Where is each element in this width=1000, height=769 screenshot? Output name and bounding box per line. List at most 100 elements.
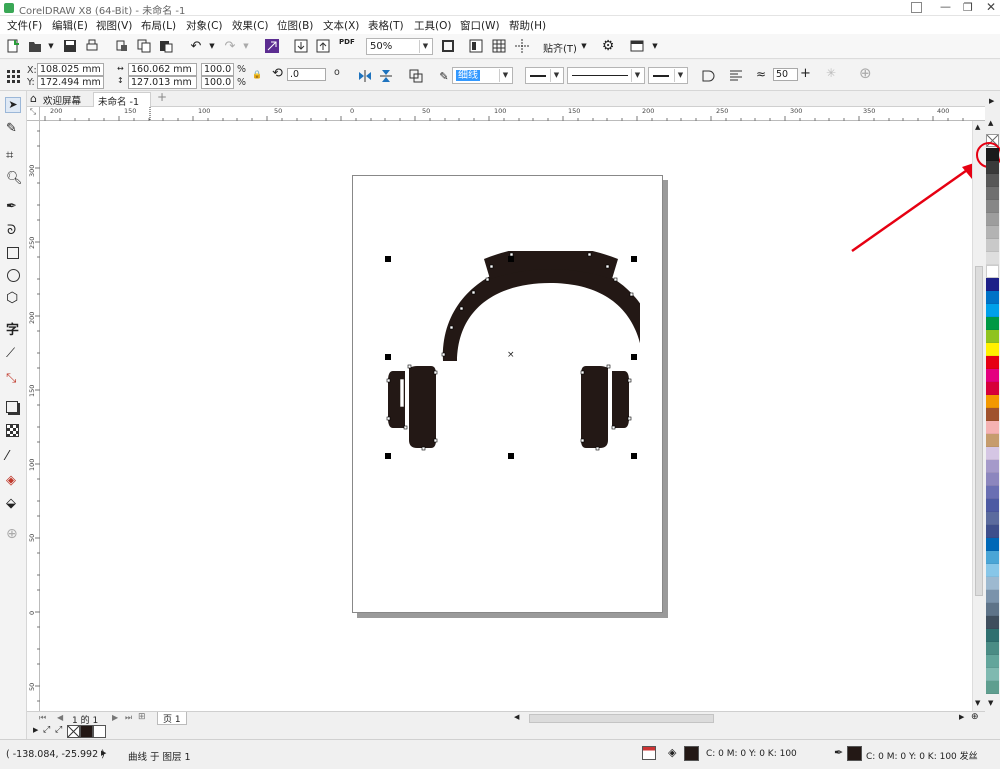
- palette-swatch[interactable]: [986, 330, 999, 343]
- fill-color-swatch[interactable]: [684, 746, 699, 761]
- add-icon[interactable]: ⊕: [859, 64, 872, 82]
- start-arrowhead-dropdown[interactable]: ▼: [525, 67, 564, 84]
- menu-help[interactable]: 帮助(H): [509, 18, 546, 33]
- palette-swatch[interactable]: [986, 512, 999, 525]
- minimize-button[interactable]: —: [940, 0, 951, 13]
- palette-swatch[interactable]: [986, 603, 999, 616]
- drop-shadow-icon[interactable]: [6, 401, 18, 413]
- palette-swatch[interactable]: [986, 291, 999, 304]
- freehand-tool-icon[interactable]: ✒: [6, 199, 17, 214]
- palette-swatch[interactable]: [986, 161, 999, 174]
- shape-tool-icon[interactable]: ✎: [6, 121, 17, 136]
- sparkle-icon[interactable]: ✳: [826, 66, 836, 80]
- mirror-vertical-icon[interactable]: [378, 68, 394, 84]
- selection-handle-top-center[interactable]: [508, 256, 514, 262]
- artistic-media-icon[interactable]: ᘐ: [7, 223, 16, 238]
- parallel-dimension-icon[interactable]: ⟋: [6, 346, 15, 361]
- next-page-icon[interactable]: ▶: [112, 713, 118, 722]
- scroll-left-icon[interactable]: ◀: [514, 713, 519, 721]
- selection-handle-bottom-right[interactable]: [631, 453, 637, 459]
- selection-handle-bottom-left[interactable]: [385, 453, 391, 459]
- zoom-fit-icon[interactable]: [440, 38, 456, 54]
- scroll-up-icon[interactable]: ▲: [975, 123, 980, 131]
- horizontal-ruler[interactable]: 200 150 100 50 0 50 100 150 200 250 300 …: [40, 107, 985, 121]
- palette-scroll-down-icon[interactable]: ▼: [988, 699, 993, 707]
- doc-palette-pen-icon[interactable]: ⤢: [43, 725, 50, 735]
- previous-page-icon[interactable]: ◀: [57, 713, 63, 722]
- palette-swatch[interactable]: [986, 343, 999, 356]
- palette-swatch[interactable]: [986, 304, 999, 317]
- palette-swatch[interactable]: [986, 408, 999, 421]
- menu-effects[interactable]: 效果(C): [232, 18, 269, 33]
- search-content-icon[interactable]: [264, 38, 280, 54]
- palette-swatch[interactable]: [986, 655, 999, 668]
- ruler-origin[interactable]: ⤡: [27, 107, 40, 121]
- doc-palette-black-swatch[interactable]: [80, 725, 93, 738]
- ellipse-tool-icon[interactable]: [7, 269, 20, 282]
- palette-swatch[interactable]: [986, 551, 999, 564]
- selection-handle-bottom-center[interactable]: [508, 453, 514, 459]
- print-icon[interactable]: [84, 38, 100, 54]
- line-style-dropdown[interactable]: ▼: [567, 67, 645, 84]
- user-icon[interactable]: [911, 2, 922, 13]
- last-page-icon[interactable]: ⏭: [125, 713, 132, 723]
- new-document-icon[interactable]: [5, 38, 21, 54]
- palette-swatch[interactable]: [986, 278, 999, 291]
- options-gear-icon[interactable]: ⚙: [600, 38, 616, 54]
- palette-swatch[interactable]: [986, 317, 999, 330]
- first-page-icon[interactable]: ⏮: [39, 713, 46, 723]
- palette-swatch[interactable]: [986, 564, 999, 577]
- menu-edit[interactable]: 编辑(E): [52, 18, 88, 33]
- palette-swatch[interactable]: [986, 642, 999, 655]
- chevron-down-icon[interactable]: ▼: [647, 38, 663, 54]
- rectangle-tool-icon[interactable]: [7, 247, 19, 259]
- palette-swatch[interactable]: [986, 252, 999, 265]
- add-tool-icon[interactable]: ⊕: [6, 526, 18, 542]
- show-guidelines-icon[interactable]: [514, 38, 530, 54]
- cut-icon[interactable]: [114, 38, 130, 54]
- crop-tool-icon[interactable]: ⌗: [6, 148, 13, 163]
- selection-handle-middle-right[interactable]: [631, 354, 637, 360]
- palette-swatch[interactable]: [986, 525, 999, 538]
- open-folder-icon[interactable]: [27, 38, 43, 54]
- palette-swatch[interactable]: [986, 434, 999, 447]
- interactive-fill-icon[interactable]: ◈: [6, 473, 16, 488]
- palette-swatch[interactable]: [986, 356, 999, 369]
- doc-palette-no-fill[interactable]: [67, 725, 80, 738]
- smoothing-plus-icon[interactable]: +: [800, 66, 811, 81]
- undo-icon[interactable]: ↶: [188, 38, 204, 54]
- close-button[interactable]: ✕: [986, 0, 996, 14]
- palette-swatch[interactable]: [986, 174, 999, 187]
- menu-text[interactable]: 文本(X): [323, 18, 359, 33]
- doc-palette-arrow-icon[interactable]: ▶: [33, 726, 38, 734]
- zoom-level-dropdown[interactable]: 50% ▼: [366, 38, 433, 55]
- menu-bitmaps[interactable]: 位图(B): [277, 18, 313, 33]
- palette-swatch[interactable]: [986, 382, 999, 395]
- status-arrow-icon[interactable]: ▶: [101, 749, 106, 757]
- snap-to-dropdown[interactable]: 贴齐(T): [543, 40, 577, 55]
- y-position-field[interactable]: 172.494 mm: [37, 76, 104, 89]
- palette-swatch[interactable]: [986, 616, 999, 629]
- chevron-down-icon[interactable]: ▼: [43, 38, 59, 54]
- transparency-icon[interactable]: [6, 424, 19, 437]
- full-screen-preview-icon[interactable]: [468, 38, 484, 54]
- scroll-down-icon[interactable]: ▼: [975, 699, 980, 707]
- text-tool-icon[interactable]: 字: [6, 319, 19, 338]
- new-tab-icon[interactable]: +: [157, 90, 167, 104]
- lock-ratio-icon[interactable]: 🔒: [252, 70, 262, 79]
- add-page-icon[interactable]: ⊞: [138, 712, 146, 722]
- vertical-scrollbar[interactable]: ▲ ▼: [972, 121, 985, 711]
- palette-swatch[interactable]: [986, 213, 999, 226]
- tab-document[interactable]: 未命名 -1: [93, 92, 151, 108]
- scroll-right-icon[interactable]: ▶: [959, 713, 964, 721]
- zoom-tool-icon[interactable]: 🔍︎: [6, 171, 23, 186]
- menu-file[interactable]: 文件(F): [7, 18, 42, 33]
- scale-x-field[interactable]: 100.0: [201, 63, 234, 76]
- palette-swatch[interactable]: [986, 200, 999, 213]
- chevron-down-icon[interactable]: ▼: [204, 38, 220, 54]
- smart-fill-icon[interactable]: ⬙: [6, 496, 16, 511]
- palette-swatch[interactable]: [986, 395, 999, 408]
- palette-swatch[interactable]: [986, 590, 999, 603]
- chevron-down-icon[interactable]: ▼: [576, 38, 592, 54]
- scale-y-field[interactable]: 100.0: [201, 76, 234, 89]
